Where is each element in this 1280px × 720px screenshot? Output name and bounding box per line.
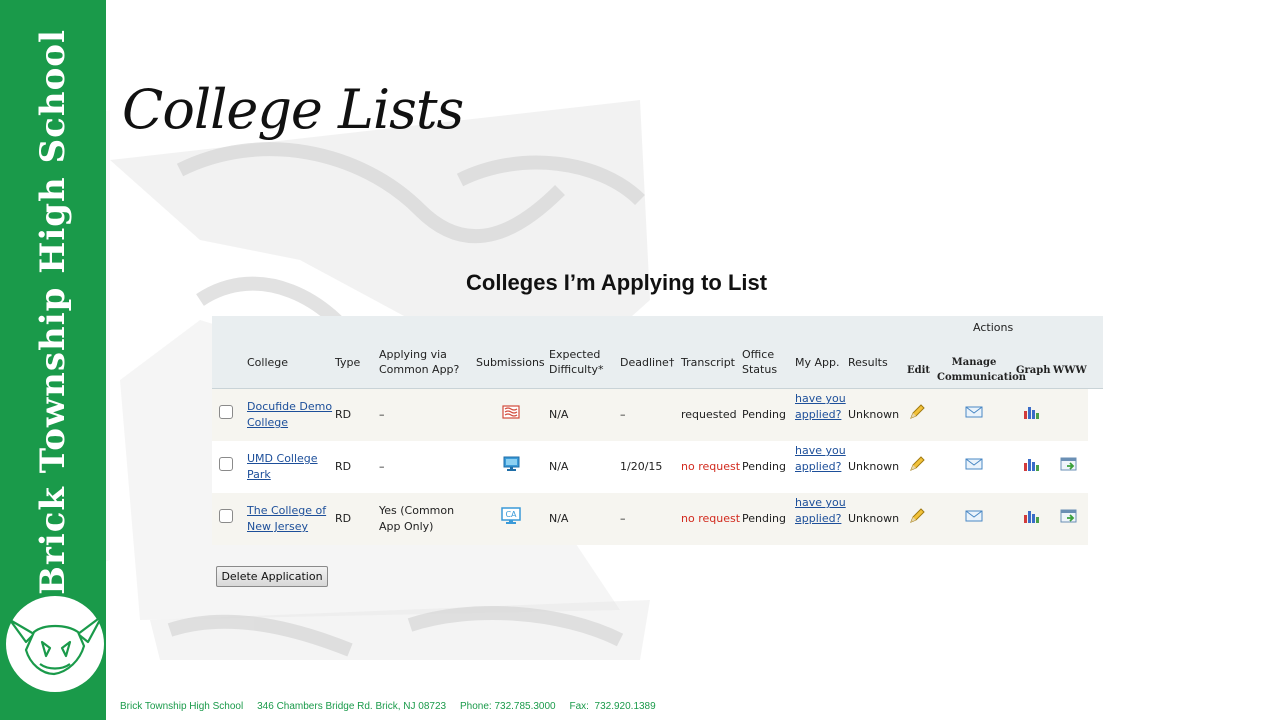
office-status-cell: Pending <box>742 460 786 473</box>
have-you-applied-link[interactable]: have you applied? <box>795 391 846 423</box>
type-cell: RD <box>335 512 352 525</box>
list-heading: Colleges I’m Applying to List <box>466 270 768 295</box>
expected-difficulty-column-header: Expected Difficulty* <box>549 348 604 376</box>
deadline-cell: 1/20/15 <box>620 460 663 473</box>
manage-communication-column-header: Manage Communication <box>937 357 1027 383</box>
deadline-cell: – <box>620 408 626 421</box>
difficulty-cell: N/A <box>549 408 569 421</box>
office-status-cell: Pending <box>742 512 786 525</box>
graph-column-header: Graph <box>1016 365 1051 376</box>
actions-header: Actions <box>973 321 1014 334</box>
edit-column-header: Edit <box>907 365 931 376</box>
college-link[interactable]: The College of New Jersey <box>247 503 326 535</box>
mail-icon[interactable] <box>965 406 983 418</box>
mail-icon[interactable] <box>965 510 983 522</box>
table-row: Docufide Demo College RD – N/A – requeste… <box>212 389 1088 441</box>
results-cell: Unknown <box>848 460 900 473</box>
have-you-applied-link[interactable]: have you applied? <box>795 443 846 475</box>
transcript-cell: no request <box>681 460 741 473</box>
difficulty-cell: N/A <box>549 512 569 525</box>
row-select-checkbox[interactable] <box>219 405 233 419</box>
college-link[interactable]: UMD College Park <box>247 451 318 483</box>
dragon-logo-icon <box>8 614 104 676</box>
paper-submission-icon[interactable] <box>502 405 520 419</box>
submissions-column-header: Submissions <box>476 356 545 369</box>
deadline-column-header: Deadline† <box>620 356 675 369</box>
delete-application-button[interactable]: Delete Application <box>216 566 328 587</box>
common-app-submission-icon[interactable]: CA <box>501 507 521 525</box>
edit-pencil-icon[interactable] <box>909 508 925 524</box>
transcript-cell: no request <box>681 512 741 525</box>
type-cell: RD <box>335 408 352 421</box>
my-app-column-header: My App. <box>795 356 840 369</box>
results-column-header: Results <box>848 356 888 369</box>
table-row: UMD College Park RD – N/A 1/20/15 no requ… <box>212 441 1088 493</box>
table-row: The College of New Jersey RD Yes (Common A… <box>212 493 1088 545</box>
edit-pencil-icon[interactable] <box>909 456 925 472</box>
graph-icon[interactable] <box>1023 405 1040 420</box>
applying-via-cell: Yes (Common App Only) <box>379 504 455 533</box>
school-name-vertical: Brick Township High School <box>33 29 73 595</box>
footer-contact-info: Brick Township High School 346 Chambers … <box>120 701 656 712</box>
graph-icon[interactable] <box>1023 509 1040 524</box>
page-title: College Lists <box>122 78 464 141</box>
applying-via-cell: – <box>379 408 385 421</box>
college-link[interactable]: Docufide Demo College <box>247 399 332 431</box>
transcript-cell: requested <box>681 408 737 421</box>
results-cell: Unknown <box>848 512 900 525</box>
edit-pencil-icon[interactable] <box>909 404 925 420</box>
type-cell: RD <box>335 460 352 473</box>
www-column-header: WWW <box>1053 365 1087 376</box>
college-column-header: College <box>247 356 289 369</box>
difficulty-cell: N/A <box>549 460 569 473</box>
row-select-checkbox[interactable] <box>219 509 233 523</box>
mail-icon[interactable] <box>965 458 983 470</box>
have-you-applied-link[interactable]: have you applied? <box>795 495 846 527</box>
row-select-checkbox[interactable] <box>219 457 233 471</box>
office-status-column-header: Office Status <box>742 348 778 376</box>
transcript-column-header: Transcript <box>681 356 735 369</box>
electronic-submission-icon[interactable] <box>503 456 520 472</box>
office-status-cell: Pending <box>742 408 786 421</box>
common-app-label: CA <box>505 510 517 519</box>
external-website-icon[interactable] <box>1060 508 1078 524</box>
external-website-icon[interactable] <box>1060 456 1078 472</box>
results-cell: Unknown <box>848 408 900 421</box>
type-column-header: Type <box>335 356 361 369</box>
applying-via-column-header: Applying via Common App? <box>379 348 460 376</box>
graph-icon[interactable] <box>1023 457 1040 472</box>
deadline-cell: – <box>620 512 626 525</box>
applying-via-cell: – <box>379 460 385 473</box>
